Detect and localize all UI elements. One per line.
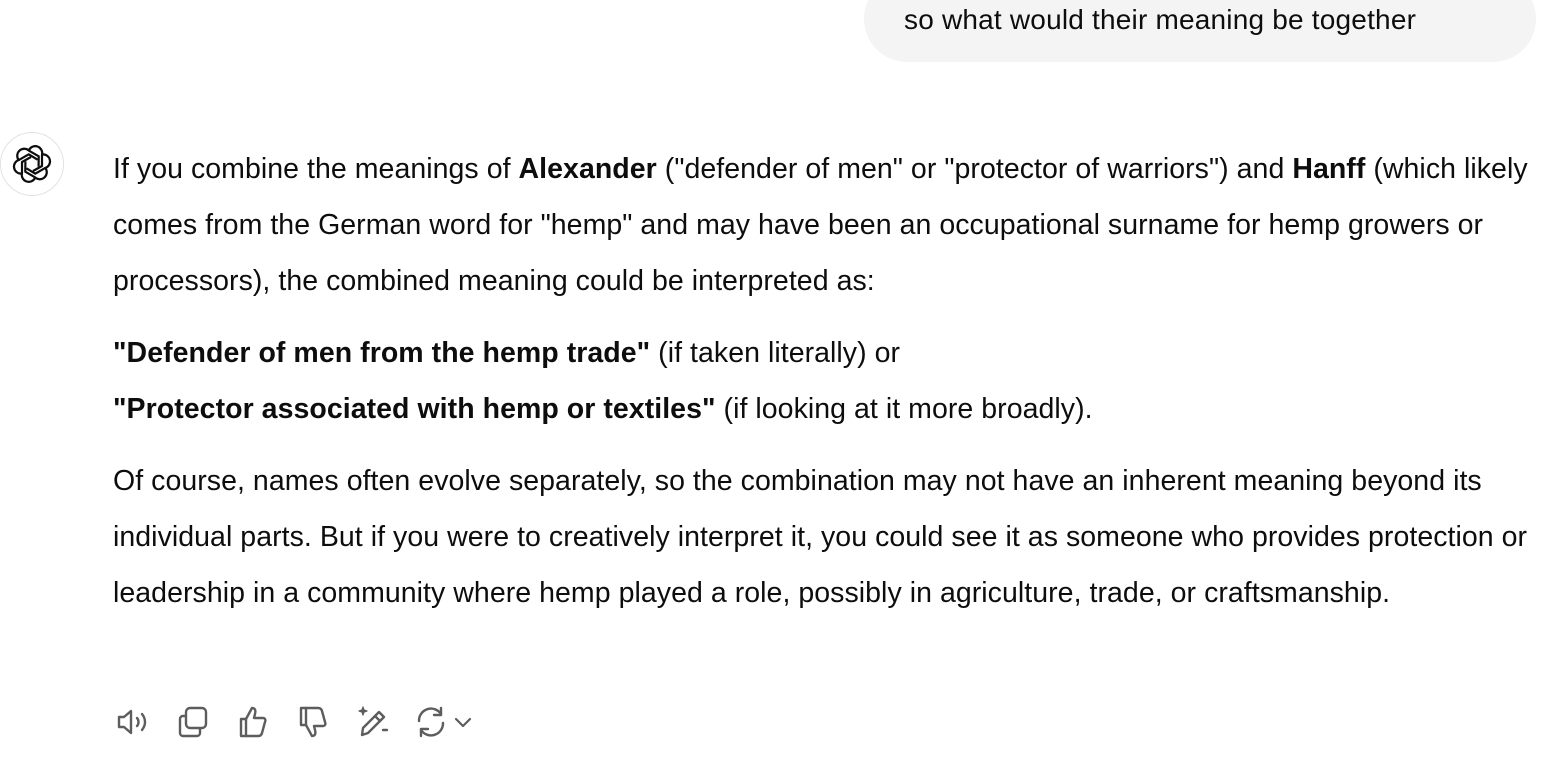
message-actions-toolbar — [113, 700, 483, 744]
thumbs-down-icon — [299, 706, 327, 738]
bad-response-button[interactable] — [293, 700, 353, 744]
good-response-button[interactable] — [233, 700, 293, 744]
thumbs-up-icon — [239, 706, 267, 738]
user-message-bubble: so what would their meaning be together — [864, 0, 1536, 62]
bold-name-hanff: Hanff — [1292, 153, 1366, 185]
read-aloud-button[interactable] — [113, 700, 173, 744]
copy-button[interactable] — [173, 700, 233, 744]
regenerate-button[interactable] — [413, 700, 483, 744]
text-span: ("defender of men" or "protector of warr… — [656, 153, 1293, 185]
bold-interpretation-1: "Defender of men from the hemp trade" — [113, 337, 651, 369]
regenerate-icon — [417, 706, 445, 738]
chat-page: so what would their meaning be together … — [0, 0, 1546, 766]
answer-paragraph-1: If you combine the meanings of Alexander… — [113, 141, 1531, 309]
text-span: (if taken literally) or — [650, 337, 901, 369]
text-span: If you combine the meanings of — [113, 153, 519, 185]
copy-icon — [178, 706, 208, 738]
assistant-message: If you combine the meanings of Alexander… — [113, 141, 1531, 621]
assistant-avatar — [0, 132, 64, 196]
edit-in-canvas-button[interactable] — [353, 700, 413, 744]
bold-name-alexander: Alexander — [518, 153, 657, 185]
read-aloud-icon — [117, 709, 147, 735]
text-span: (if looking at it more broadly). — [715, 393, 1093, 425]
answer-paragraph-3: Of course, names often evolve separately… — [113, 465, 1528, 609]
edit-canvas-icon — [358, 706, 389, 737]
bold-interpretation-2: "Protector associated with hemp or texti… — [113, 393, 716, 425]
user-message-text: so what would their meaning be together — [904, 4, 1417, 35]
answer-paragraph-2: "Defender of men from the hemp trade" (i… — [113, 325, 1531, 437]
openai-logo-icon — [12, 145, 52, 183]
chevron-down-icon — [454, 717, 472, 728]
